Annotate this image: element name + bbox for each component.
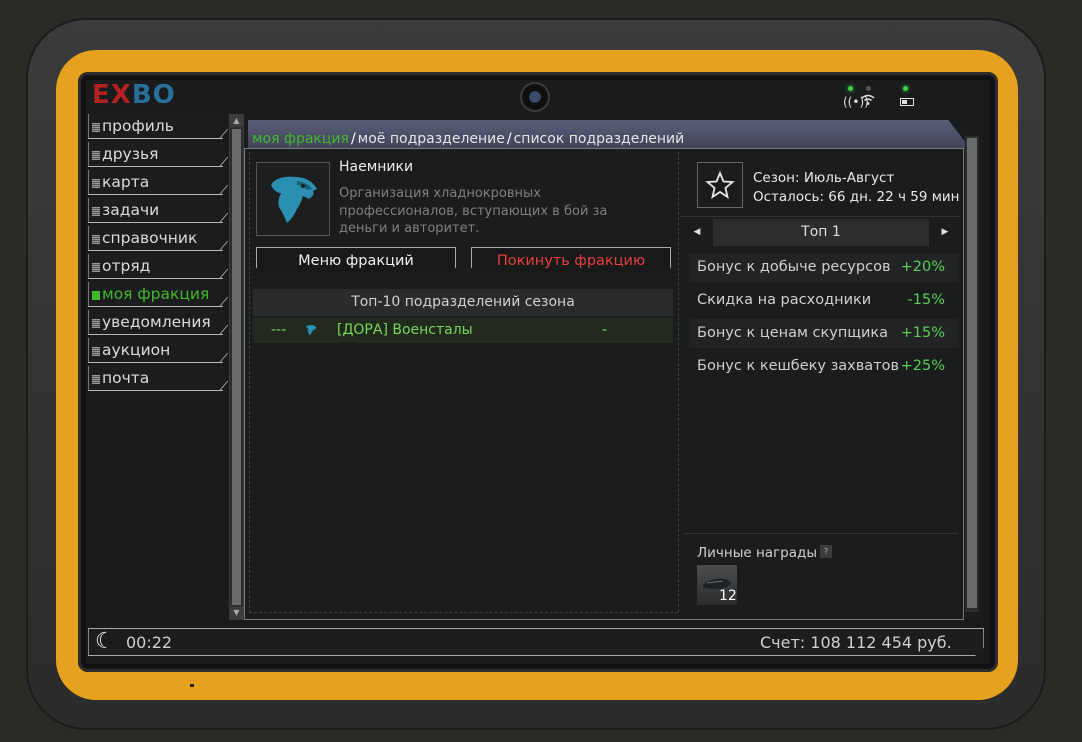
moon-icon: ☾ [95,629,115,654]
status-led [903,86,908,91]
season-star-icon [697,162,743,208]
nav-bullet-icon [92,263,100,272]
sidebar-item-label: карта [102,173,150,191]
sidebar-item[interactable]: моя фракция [88,282,223,307]
nav-bullet-icon [92,179,100,188]
faction-eagle-icon [303,322,319,347]
bonus-row: Бонус к ценам скупщика +15% [689,319,959,348]
status-led [848,86,853,91]
unit-name: [ДОРА] Военсталы [337,322,473,338]
sidebar-item[interactable]: отряд [88,254,223,279]
sidebar-item-label: уведомления [102,313,211,331]
separator [680,216,960,217]
tier-next-icon[interactable]: ▶ [934,219,956,246]
nav-bullet-icon [92,291,100,300]
table-row[interactable]: --- [ДОРА] Военсталы - [253,318,673,343]
sidebar-item[interactable]: почта [88,366,223,391]
sidebar: профиль друзья карта задачи справочник отряд м… [88,114,228,394]
account-balance: Счет: 108 112 454 руб. [760,633,952,652]
tier-prev-icon[interactable]: ◀ [686,219,708,246]
nav-bullet-icon [92,151,100,160]
frame-screw [190,684,194,687]
help-icon[interactable]: ? [820,545,832,558]
sidebar-item[interactable]: аукцион [88,338,223,363]
breadcrumb-item-my-unit[interactable]: моё подразделение [358,131,505,147]
sidebar-item-label: аукцион [102,341,171,359]
sidebar-item[interactable]: уведомления [88,310,223,335]
separator [684,533,958,534]
faction-description: Организация хладнокровных профессионалов… [339,186,608,236]
reward-count: 12 [719,588,737,604]
sidebar-item[interactable]: задачи [88,198,223,223]
bonus-row: Скидка на расходники -15% [697,292,945,308]
sidebar-item-label: справочник [102,229,198,247]
scroll-up-icon[interactable]: ▲ [230,115,243,127]
leave-faction-button[interactable]: Покинуть фракцию [471,247,671,273]
scroll-down-icon[interactable]: ▼ [230,607,243,619]
faction-name: Наемники [339,159,414,175]
nav-bullet-icon [92,207,100,216]
column-divider [678,152,679,612]
sidebar-item-label: отряд [102,257,151,275]
right-scrollbar[interactable] [965,136,979,612]
game-clock: 00:22 [126,633,173,652]
scroll-thumb[interactable] [232,129,241,605]
battery-icon [900,98,914,106]
sidebar-item[interactable]: профиль [88,114,223,139]
nav-bullet-icon [92,347,100,356]
sidebar-item[interactable]: карта [88,170,223,195]
personal-rewards-label: Личные награды [697,545,818,561]
scroll-thumb[interactable] [967,138,977,608]
breadcrumb: моя фракция / моё подразделение / список под… [252,131,685,147]
season-remaining: Осталось: 66 дн. 22 ч 59 мин [753,189,960,205]
sidebar-item-label: почта [102,369,150,387]
eagle-head-icon [271,176,317,223]
sidebar-item-label: задачи [102,201,160,219]
breadcrumb-item-unit-list[interactable]: список подразделений [514,131,685,147]
brand-logo: EXBO [92,80,176,110]
faction-emblem [256,162,330,236]
tier-label: Топ 1 [713,219,929,246]
status-led [866,86,871,91]
breadcrumb-item-my-faction[interactable]: моя фракция [252,131,349,147]
wifi-icon [861,94,875,110]
sidebar-item[interactable]: справочник [88,226,223,251]
season-title: Сезон: Июль-Август [753,170,895,186]
unit-points: - [602,322,608,338]
sidebar-item-label: моя фракция [102,285,210,303]
bonus-row: Бонус к добыче ресурсов +20% [689,253,959,282]
sidebar-item[interactable]: друзья [88,142,223,167]
unit-rank: --- [271,322,287,338]
camera-icon [520,82,550,112]
nav-bullet-icon [92,123,100,132]
top-units-header: Топ-10 подразделений сезона [253,289,673,316]
nav-bullet-icon [92,235,100,244]
faction-menu-button[interactable]: Меню фракций [256,247,456,273]
nav-bullet-icon [92,319,100,328]
sidebar-item-label: профиль [102,117,174,135]
bonus-row: Бонус к кешбеку захватов +25% [697,358,945,374]
nav-bullet-icon [92,375,100,384]
sidebar-item-label: друзья [102,145,159,163]
sidebar-scrollbar[interactable]: ▲ ▼ [229,114,244,620]
